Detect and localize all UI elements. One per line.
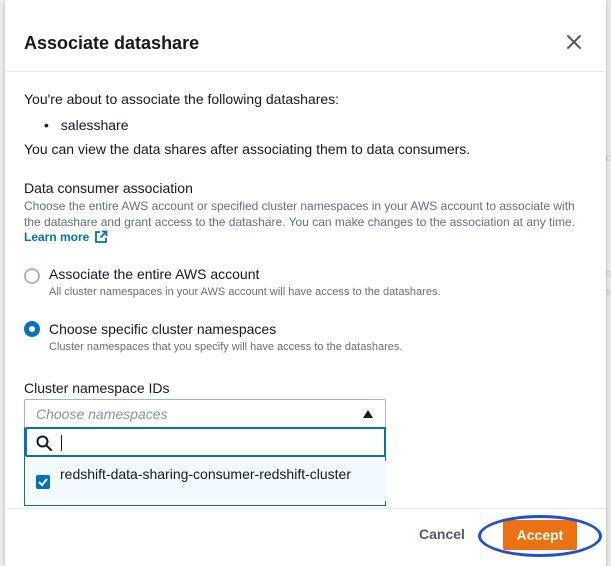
bullet-icon: • [44, 117, 49, 133]
option-label: Choose specific cluster namespaces [49, 321, 277, 337]
namespace-option[interactable]: redshift-data-sharing-consumer-redshift-… [26, 461, 386, 501]
option-label: Associate the entire AWS account [49, 266, 260, 282]
accept-button[interactable]: Accept [503, 520, 577, 550]
cancel-button[interactable]: Cancel [419, 526, 465, 542]
modal-header: Associate datashare [5, 0, 606, 72]
text-cursor [61, 435, 62, 451]
modal-footer: Cancel Accept [5, 508, 606, 566]
namespace-ids-label: Cluster namespace IDs [24, 380, 170, 396]
option-description: Cluster namespaces that you specify will… [49, 341, 403, 353]
modal-title: Associate datashare [24, 33, 200, 53]
close-icon[interactable] [563, 31, 585, 53]
associate-datashare-modal: Associate datashare You're about to asso… [5, 0, 606, 566]
learn-more-link[interactable]: Learn more [24, 230, 108, 244]
intro-text: You're about to associate the following … [24, 91, 340, 107]
learn-more-label: Learn more [24, 230, 90, 244]
consumer-association-label: Data consumer association [24, 180, 193, 196]
checkmark-icon [38, 478, 48, 487]
namespace-select[interactable]: Choose namespaces [24, 399, 386, 429]
namespace-option-label: redshift-data-sharing-consumer-redshift-… [60, 466, 351, 482]
checkbox-checked[interactable] [36, 475, 50, 489]
caret-up-icon [363, 410, 373, 418]
namespace-search-input[interactable] [25, 427, 386, 457]
search-icon [36, 435, 52, 451]
radio-namespaces[interactable] [24, 321, 40, 337]
external-link-icon [95, 230, 108, 243]
datashare-list-item: • salesshare [44, 117, 129, 133]
datashare-name: salesshare [60, 117, 129, 133]
radio-account[interactable] [24, 268, 40, 284]
view-note: You can view the data shares after assoc… [24, 141, 471, 157]
consumer-association-description: the datashare and grant access to the da… [24, 215, 576, 229]
namespace-dropdown: redshift-data-sharing-consumer-redshift-… [24, 427, 386, 506]
option-description: All cluster namespaces in your AWS accou… [49, 286, 441, 298]
namespace-select-placeholder: Choose namespaces [36, 406, 168, 422]
